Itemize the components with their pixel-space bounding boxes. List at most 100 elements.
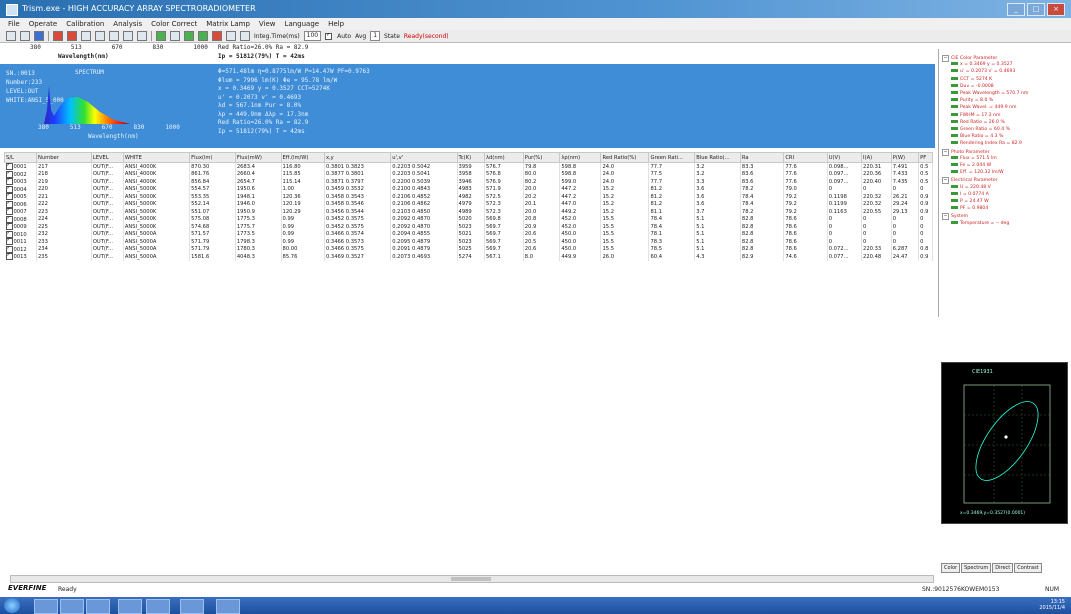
column-header[interactable]: λp(nm) (559, 152, 602, 163)
column-header[interactable]: LEVEL (90, 152, 124, 163)
row-checkbox[interactable] (5, 231, 13, 238)
collapse-icon[interactable]: − (942, 148, 949, 156)
app-taskbar-icon[interactable] (118, 599, 142, 614)
power-icon[interactable] (123, 31, 133, 41)
open-file-icon[interactable] (20, 31, 30, 41)
row-checkbox[interactable] (5, 171, 13, 178)
column-header[interactable]: U(V) (826, 152, 863, 163)
row-checkbox[interactable] (5, 238, 13, 246)
tree-group[interactable]: − CIE Color Parameter (942, 55, 997, 62)
column-header[interactable]: Ra (739, 152, 785, 163)
row-checkbox[interactable] (5, 223, 13, 231)
row-checkbox[interactable] (5, 178, 13, 186)
trism-icon-2[interactable] (216, 599, 240, 614)
row-checkbox[interactable] (5, 193, 13, 201)
menu-item-file[interactable]: File (8, 20, 20, 28)
tree-group[interactable]: − System (942, 213, 968, 221)
column-header[interactable]: P(W) (890, 152, 920, 163)
menu-item-analysis[interactable]: Analysis (113, 20, 142, 28)
tree-item[interactable]: PF = 0.9804 (951, 206, 988, 211)
table-row[interactable]: 0008 224 OUT(F... ANSI_5000K 575.08 1775.3 0.9… (4, 215, 933, 223)
tab-spectrum[interactable]: Spectrum (961, 563, 992, 573)
new-file-icon[interactable] (6, 31, 16, 41)
horizontal-scrollbar[interactable] (10, 575, 934, 583)
column-header[interactable]: λd(nm) (483, 152, 524, 163)
tree-item[interactable]: Peak Wavelength = 570.7 nm (951, 91, 1028, 96)
table-icon[interactable] (198, 31, 208, 41)
tree-item[interactable]: Flux = 571.5 lm (951, 155, 997, 161)
maximize-button[interactable]: □ (1027, 3, 1045, 16)
tree-item[interactable]: P = 24.47 W (951, 199, 989, 204)
tab-direct[interactable]: Direct (992, 563, 1014, 573)
table-row[interactable]: 0012 234 OUT(F... ANSI_5000A 571.79 1780.3 80.… (4, 245, 933, 253)
tree-item[interactable]: Eff. = 120.32 lm/W (951, 170, 1004, 175)
close-button[interactable]: × (1047, 3, 1065, 16)
column-header[interactable]: PF (918, 152, 933, 163)
explorer-icon[interactable] (86, 599, 110, 614)
row-checkbox[interactable] (5, 186, 13, 193)
save-icon[interactable] (34, 31, 44, 41)
help-icon[interactable] (240, 31, 250, 41)
scrollbar-thumb[interactable] (451, 577, 491, 581)
run-icon[interactable] (53, 31, 63, 41)
column-header[interactable]: Flux(mW) (234, 152, 282, 163)
collapse-icon[interactable]: − (942, 177, 949, 185)
menu-item-view[interactable]: View (259, 20, 276, 28)
stop-icon[interactable] (67, 31, 77, 41)
tab-contrast[interactable]: Contrast (1014, 563, 1042, 573)
table-row[interactable]: 0009 225 OUT(F... ANSI_5000K 574.68 1775.7 0.9… (4, 223, 933, 231)
row-checkbox[interactable] (5, 246, 13, 253)
analysis-icon[interactable] (170, 31, 180, 41)
menu-item-color-correct[interactable]: Color Correct (151, 20, 197, 28)
column-header[interactable]: Blue Ratio(... (694, 152, 741, 163)
tree-group[interactable]: − Electrical Parameter (942, 177, 997, 185)
tree-item[interactable]: Fe = 2.044 W (951, 163, 991, 168)
table-row[interactable]: 0010 232 OUT(F... ANSI_5000A 571.57 1773.5 0.9… (4, 230, 933, 238)
check-icon[interactable] (156, 31, 166, 41)
table-row[interactable]: 0011 233 OUT(F... ANSI_5000A 571.79 1798.3 0.9… (4, 238, 933, 246)
table-row[interactable]: 0004 220 OUT(F... ANSI_5000K 554.57 1950.6 1.0… (4, 185, 933, 193)
tree-item[interactable]: U = 220.48 V (951, 184, 991, 190)
trism-icon[interactable] (180, 599, 204, 614)
row-checkbox[interactable] (5, 201, 13, 208)
table-row[interactable]: 0001 217 OUT(F... ANSI_4000K 870.30 2683.4 116… (4, 162, 933, 171)
collapse-icon[interactable]: − (942, 213, 949, 221)
menu-item-operate[interactable]: Operate (29, 20, 57, 28)
folder-icon[interactable] (60, 599, 84, 614)
zero-icon[interactable] (109, 31, 119, 41)
integ-time-field[interactable]: 100 (303, 31, 322, 41)
tree-group[interactable]: − Photo Parameter (942, 148, 989, 156)
tab-color[interactable]: Color (941, 563, 961, 573)
tree-item[interactable]: x = 0.3469 y = 0.3527 (951, 62, 1013, 67)
menu-item-language[interactable]: Language (285, 20, 320, 28)
tree-item[interactable]: FWHM = 17.3 nm (951, 112, 1000, 118)
window-icon[interactable] (137, 31, 147, 41)
tree-item[interactable]: Peak Wavel. = 449.9 nm (951, 105, 1016, 110)
print-icon[interactable] (226, 31, 236, 41)
tree-item[interactable]: Rendering Index Ra = 82.9 (951, 141, 1022, 146)
ie-icon[interactable] (34, 599, 58, 614)
tree-item[interactable]: Red Ratio = 26.0 % (951, 119, 1005, 125)
column-header[interactable]: Pur(%) (522, 152, 561, 163)
column-header[interactable]: Eff.(lm/W) (280, 152, 325, 163)
column-header[interactable]: Number (36, 152, 92, 163)
row-checkbox[interactable] (5, 253, 13, 261)
calibrate-icon[interactable] (95, 31, 105, 41)
column-header[interactable]: WHITE (122, 152, 191, 163)
tree-item[interactable]: Purity = 8.0 % (951, 98, 993, 103)
column-header[interactable]: Flux(lm) (189, 152, 236, 163)
menu-item-help[interactable]: Help (328, 20, 344, 28)
table-row[interactable]: 0006 222 OUT(F... ANSI_5000K 552.14 1946.0 120… (4, 200, 933, 208)
menu-item-calibration[interactable]: Calibration (66, 20, 104, 28)
report-icon[interactable] (212, 31, 222, 41)
table-row[interactable]: 0007 223 OUT(F... ANSI_5000K 551.07 1950.9 120… (4, 208, 933, 216)
avg-field[interactable]: 1 (370, 31, 381, 41)
menu-item-matrix-lamp[interactable]: Matrix Lamp (206, 20, 250, 28)
table-row[interactable]: 0003 219 OUT(F... ANSI_4000K 856.84 2654.7 115… (4, 178, 933, 186)
tree-item[interactable]: CCT = 5274 K (951, 76, 992, 82)
table-row[interactable]: 0013 235 OUT(F... ANSI_5000A 1581.6 4048.3 85.… (4, 253, 933, 261)
row-checkbox[interactable] (5, 208, 13, 216)
column-header[interactable]: x,y (323, 152, 392, 163)
column-header[interactable]: Green Rati... (648, 152, 696, 163)
column-header[interactable]: Red Ratio(%) (600, 152, 650, 163)
